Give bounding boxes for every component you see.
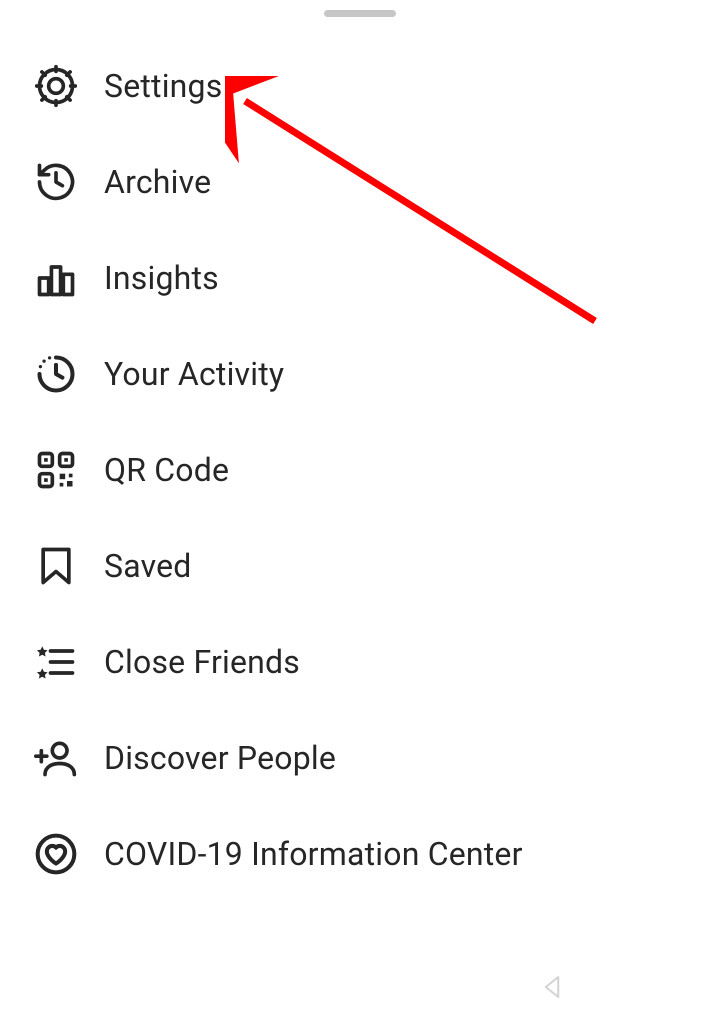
activity-icon <box>34 352 78 396</box>
insights-bars-icon <box>34 256 78 300</box>
menu-item-settings[interactable]: Settings <box>34 38 720 134</box>
menu-item-label: QR Code <box>104 451 229 489</box>
archive-clock-icon <box>34 160 78 204</box>
covid-heart-icon <box>34 832 78 876</box>
menu-item-label: Insights <box>104 259 219 297</box>
saved-bookmark-icon <box>34 544 78 588</box>
menu-item-label: Settings <box>104 67 222 105</box>
settings-gear-icon <box>34 64 78 108</box>
menu-item-label: Your Activity <box>104 355 284 393</box>
discover-people-icon <box>34 736 78 780</box>
menu-item-label: Saved <box>104 547 191 585</box>
menu-item-qr-code[interactable]: QR Code <box>34 422 720 518</box>
menu-item-label: Archive <box>104 163 211 201</box>
menu-item-label: Discover People <box>104 739 336 777</box>
menu-item-label: Close Friends <box>104 643 300 681</box>
drag-handle[interactable] <box>324 10 396 17</box>
menu-item-covid-info[interactable]: COVID-19 Information Center <box>34 806 720 902</box>
menu-item-saved[interactable]: Saved <box>34 518 720 614</box>
menu-item-label: COVID-19 Information Center <box>104 835 523 873</box>
profile-options-menu: Settings Archive Insights <box>0 38 720 902</box>
menu-item-insights[interactable]: Insights <box>34 230 720 326</box>
menu-item-discover-people[interactable]: Discover People <box>34 710 720 806</box>
menu-item-your-activity[interactable]: Your Activity <box>34 326 720 422</box>
qr-code-icon <box>34 448 78 492</box>
close-friends-list-icon <box>34 640 78 684</box>
system-back-button[interactable] <box>532 967 572 1007</box>
menu-item-close-friends[interactable]: Close Friends <box>34 614 720 710</box>
menu-item-archive[interactable]: Archive <box>34 134 720 230</box>
